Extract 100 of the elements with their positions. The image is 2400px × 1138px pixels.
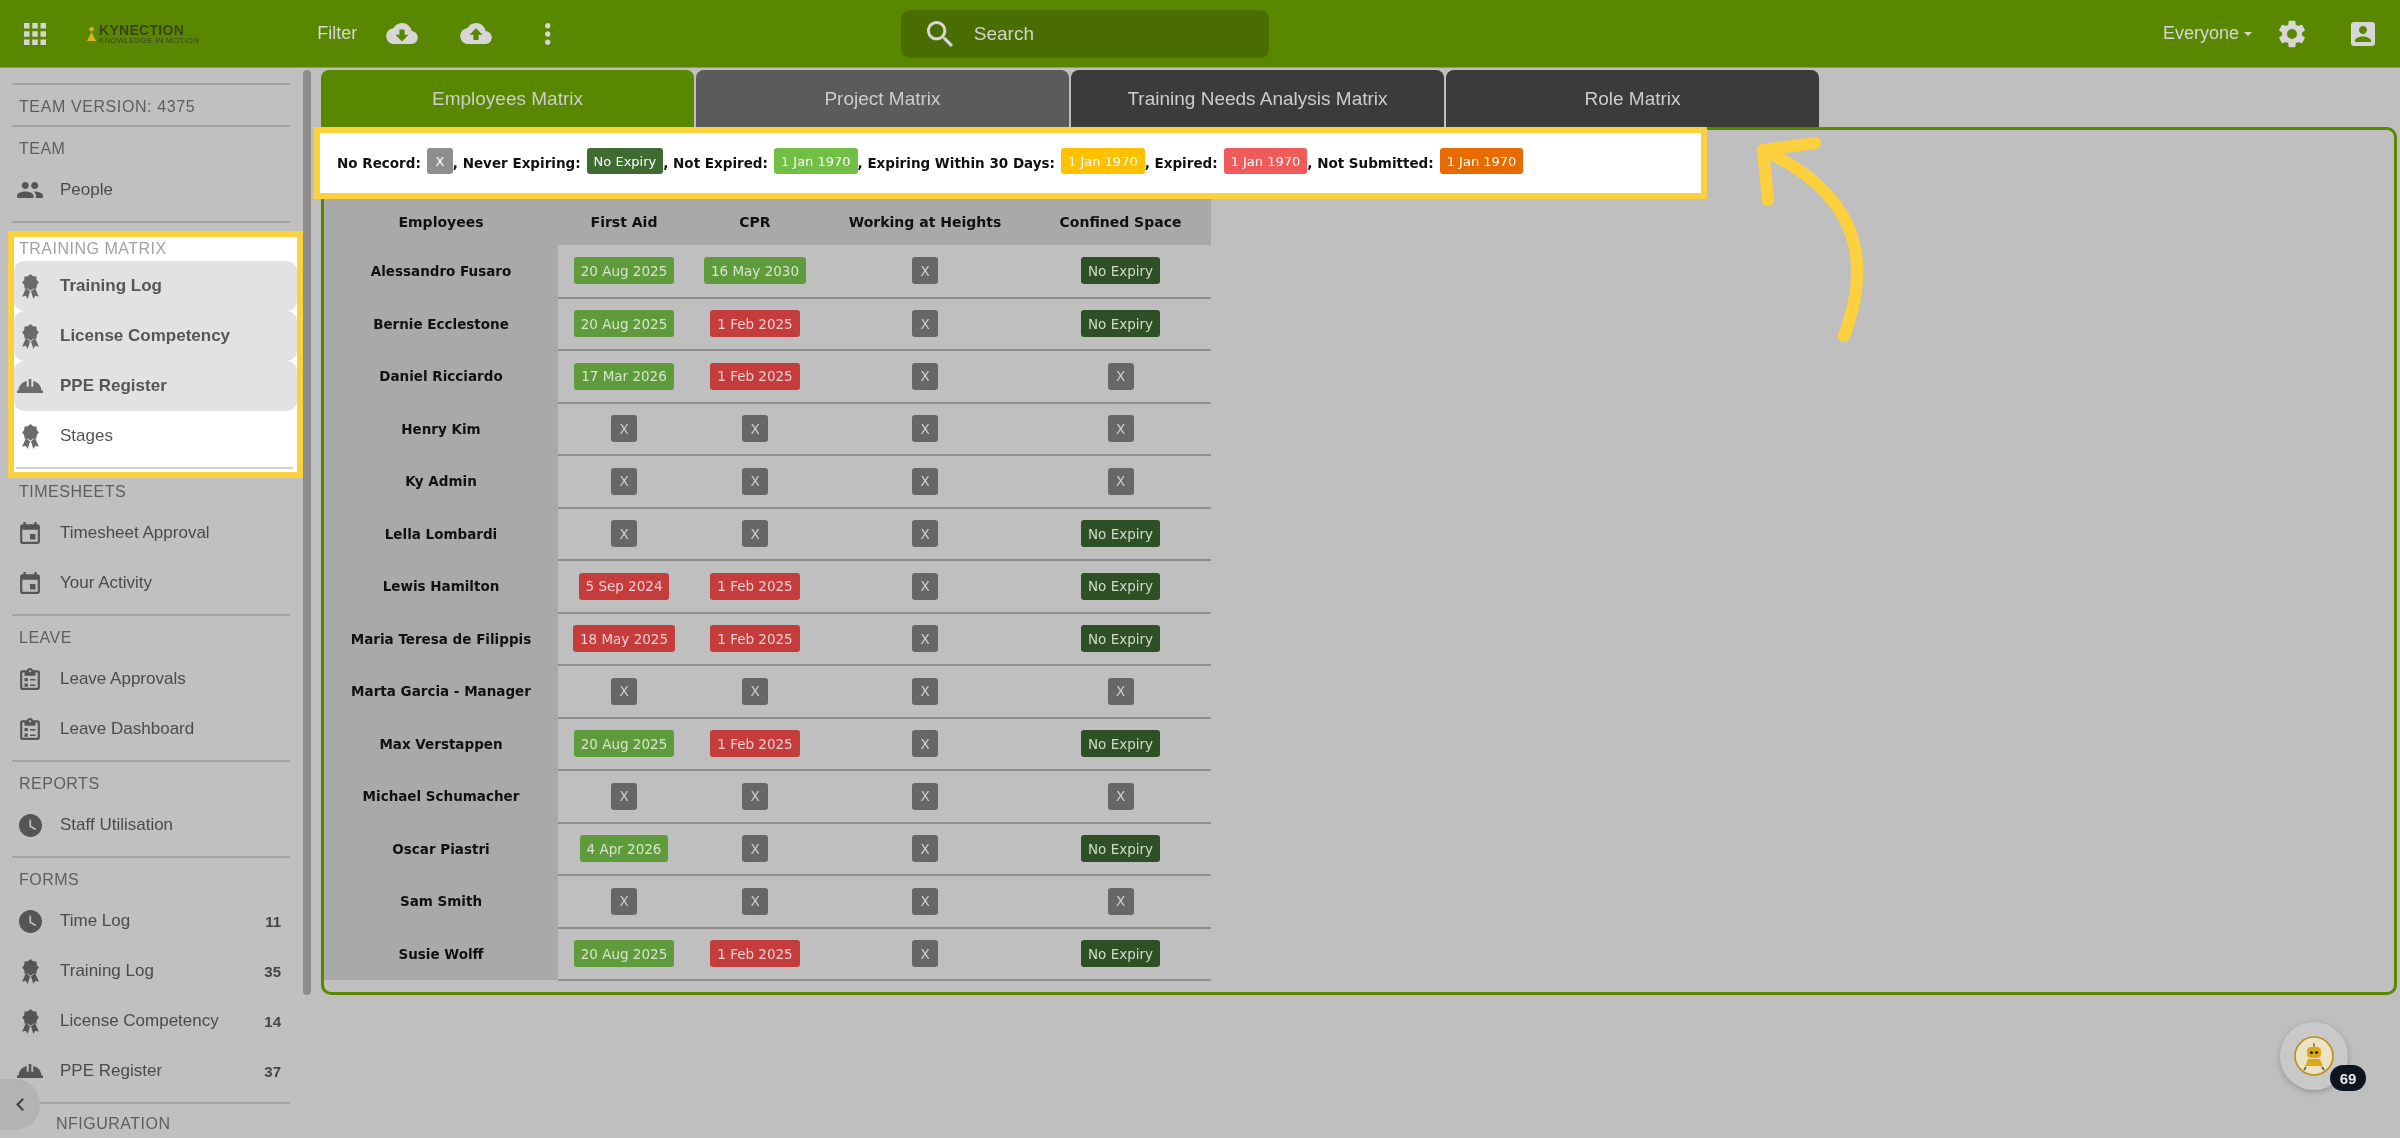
no-expiry-badge: No Expiry [1081, 940, 1160, 968]
employee-name: Susie Wolff [324, 927, 558, 980]
award-icon [21, 1008, 39, 1034]
item-count: 35 [264, 962, 281, 980]
no-record-badge: X [742, 887, 768, 915]
sidebar-item[interactable]: PPE Register 37 [12, 1046, 290, 1096]
no-record-badge: X [1107, 887, 1134, 915]
logo-text: KYNECTION [99, 22, 186, 37]
section-label: TRAINING MATRIX [18, 239, 168, 259]
no-record-badge: X [912, 625, 938, 653]
sidebar-item[interactable]: Leave Approvals [12, 654, 290, 704]
sidebar-item[interactable]: Training Log 35 [12, 946, 290, 996]
no-expiry-badge: No Expiry [1081, 835, 1160, 863]
clipboard-icon [20, 718, 40, 740]
date-badge: 20 Aug 2025 [573, 940, 675, 968]
no-record-badge: X [1107, 362, 1134, 390]
legend-label: , Expiring Within 30 Days: [857, 155, 1055, 171]
tab[interactable]: Training Needs Analysis Matrix [1071, 70, 1444, 127]
sidebar-item[interactable]: License Competency [14, 311, 297, 361]
date-badge: 16 May 2030 [704, 257, 806, 285]
award-icon [21, 273, 39, 299]
logo-tagline: KNOWLEDGE IN MOTION [99, 36, 200, 45]
more-options-icon[interactable] [545, 22, 551, 45]
no-expiry-badge: No Expiry [1081, 310, 1160, 338]
sidebar-item[interactable]: Timesheet Approval [12, 508, 290, 558]
date-badge: 1 Jan 1970 [773, 148, 858, 174]
section-label: FORMS [18, 870, 81, 890]
no-record-badge: X [1107, 415, 1134, 443]
legend-label: , Not Expired: [663, 155, 768, 171]
search-icon [926, 20, 953, 47]
no-record-badge: X [611, 887, 637, 915]
filter-button[interactable]: Filter [317, 23, 358, 44]
sidebar-item[interactable]: License Competency 14 [12, 996, 290, 1046]
sidebar-item[interactable]: Leave Dashboard [12, 704, 290, 754]
sidebar-item[interactable]: Stages [14, 411, 297, 461]
sidebar-item[interactable]: PPE Register [14, 361, 297, 411]
no-record-badge: X [1107, 782, 1134, 810]
sidebar-item[interactable]: Training Log [14, 261, 297, 311]
item-count: 37 [264, 1062, 281, 1080]
sidebar-item[interactable]: Staff Utilisation [12, 800, 290, 850]
sidebar-item[interactable]: Your Activity [12, 558, 290, 608]
award-icon [21, 423, 39, 449]
no-record-badge: X [912, 572, 938, 600]
scrollbar-thumb[interactable] [303, 70, 311, 995]
date-badge: 18 May 2025 [573, 625, 675, 653]
employee-name: Henry Kim [324, 402, 558, 455]
calendar-icon [20, 572, 40, 594]
no-record-badge: X [611, 520, 637, 548]
section-label: TEAM [18, 139, 67, 159]
no-record-badge: X [912, 677, 938, 705]
no-record-badge: X [611, 415, 637, 443]
employee-name: Sam Smith [324, 875, 558, 928]
no-expiry-badge: No Expiry [586, 148, 664, 174]
sidebar-item[interactable]: People [12, 165, 290, 215]
no-record-badge: X [426, 148, 453, 174]
date-badge: 5 Sep 2024 [578, 572, 670, 600]
no-record-badge: X [742, 520, 768, 548]
no-record-badge: X [912, 415, 938, 443]
no-expiry-badge: No Expiry [1081, 625, 1160, 653]
no-expiry-badge: No Expiry [1081, 730, 1160, 758]
tab[interactable]: Project Matrix [696, 70, 1069, 127]
date-badge: 20 Aug 2025 [573, 730, 675, 758]
hard-hat-icon [17, 378, 43, 394]
chevron-left-icon [16, 1098, 24, 1111]
no-expiry-badge: No Expiry [1081, 257, 1160, 285]
audience-dropdown[interactable]: Everyone [2162, 23, 2252, 44]
date-badge: 1 Feb 2025 [710, 362, 800, 390]
caret-icon [2244, 31, 2252, 36]
account-icon[interactable] [2351, 21, 2375, 46]
cloud-download-icon[interactable] [386, 23, 419, 44]
column-header: Confined Space [1030, 199, 1211, 245]
date-badge: 4 Apr 2026 [579, 835, 669, 863]
no-record-badge: X [912, 467, 938, 495]
employee-name: Maria Teresa de Filippis [324, 612, 558, 665]
team-version-label: TEAM VERSION: 4375 [18, 97, 197, 117]
date-badge: 1 Jan 1970 [1223, 148, 1308, 174]
employee-name: Lewis Hamilton [324, 560, 558, 613]
date-badge: 1 Jan 1970 [1439, 148, 1524, 174]
sidebar-item[interactable]: Time Log 11 [12, 896, 290, 946]
search-field[interactable]: Search [900, 9, 1269, 58]
hard-hat-icon [17, 1063, 43, 1079]
tab[interactable]: Employees Matrix [321, 70, 694, 127]
section-label: TIMESHEETS [18, 482, 128, 502]
apps-icon[interactable] [24, 22, 46, 45]
no-record-badge: X [611, 467, 637, 495]
settings-icon[interactable] [2279, 19, 2305, 48]
item-count: 11 [265, 912, 281, 930]
no-record-badge: X [742, 467, 768, 495]
robot-icon [2294, 1036, 2334, 1076]
employee-name: Ky Admin [324, 455, 558, 508]
date-badge: 1 Feb 2025 [710, 940, 800, 968]
tab[interactable]: Role Matrix [1446, 70, 1819, 127]
date-badge: 1 Feb 2025 [710, 310, 800, 338]
cloud-upload-icon[interactable] [460, 23, 493, 44]
no-record-badge: X [912, 520, 938, 548]
date-badge: 1 Feb 2025 [710, 730, 800, 758]
no-expiry-badge: No Expiry [1081, 520, 1160, 548]
column-header: First Aid [558, 199, 690, 245]
section-label: NFIGURATION [56, 1114, 172, 1134]
column-header: Employees [324, 199, 558, 245]
